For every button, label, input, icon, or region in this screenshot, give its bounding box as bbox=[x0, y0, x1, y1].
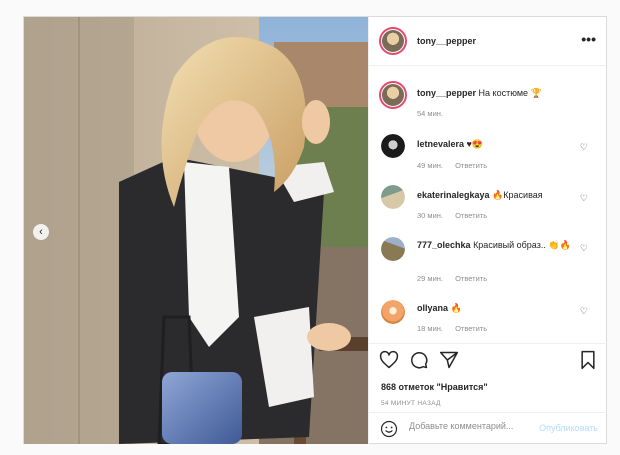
comment-time[interactable]: 30 мин. bbox=[417, 211, 443, 220]
comment-body: 🔥 bbox=[450, 303, 462, 313]
comment-meta: 49 мин. Ответить bbox=[417, 161, 497, 170]
comment-time[interactable]: 29 мин. bbox=[417, 274, 443, 283]
comment-meta: 18 мин. Ответить bbox=[417, 324, 497, 333]
author-username[interactable]: tony__pepper bbox=[417, 36, 476, 46]
post-timestamp[interactable]: 54 минут назад bbox=[381, 400, 441, 407]
post-header: tony__pepper ••• bbox=[369, 17, 608, 66]
reply-button[interactable]: Ответить bbox=[455, 274, 487, 283]
caption-avatar[interactable] bbox=[379, 81, 407, 109]
add-comment-bar: Опубликовать bbox=[369, 412, 608, 445]
comment-username[interactable]: letnevalera bbox=[417, 139, 464, 149]
small-heart-icon[interactable]: ♡ bbox=[580, 243, 588, 254]
comment-meta: 30 мин. Ответить bbox=[417, 211, 497, 220]
post-card: ‹ tony__pepper ••• tony__pepper На костю… bbox=[23, 16, 608, 444]
comment-text: ollyana 🔥 bbox=[417, 302, 582, 314]
previous-photo-button[interactable]: ‹ bbox=[33, 224, 49, 240]
comment-time[interactable]: 49 мин. bbox=[417, 161, 443, 170]
comment-body: 🔥Красивая bbox=[492, 190, 543, 200]
caption-meta: 54 мин. bbox=[417, 109, 453, 118]
comment-text: letnevalera ♥😍 bbox=[417, 138, 582, 150]
post-photo[interactable]: ‹ bbox=[24, 17, 368, 444]
commenter-avatar[interactable] bbox=[381, 237, 405, 261]
caption-body: На костюме 🏆 bbox=[478, 88, 542, 98]
comment-icon[interactable] bbox=[409, 350, 429, 375]
comment-input[interactable] bbox=[409, 421, 549, 431]
photo-illustration bbox=[24, 17, 368, 444]
comment-text: 777_olechka Красивый образ.. 👏🔥 bbox=[417, 239, 582, 251]
commenter-avatar[interactable] bbox=[381, 185, 405, 209]
reply-button[interactable]: Ответить bbox=[455, 211, 487, 220]
comment-username[interactable]: ekaterinalegkaya bbox=[417, 190, 490, 200]
comment-text: ekaterinalegkaya 🔥Красивая bbox=[417, 189, 582, 201]
publish-button[interactable]: Опубликовать bbox=[539, 423, 598, 433]
emoji-icon[interactable] bbox=[380, 420, 398, 443]
share-icon[interactable] bbox=[439, 350, 459, 375]
comment-meta: 29 мин. Ответить bbox=[417, 274, 497, 283]
commenter-avatar[interactable] bbox=[381, 134, 405, 158]
caption-text: tony__pepper На костюме 🏆 bbox=[417, 87, 582, 99]
comment-username[interactable]: ollyana bbox=[417, 303, 448, 313]
comment-body: Красивый образ.. 👏🔥 bbox=[473, 240, 571, 250]
comment-body: ♥😍 bbox=[466, 139, 484, 149]
post-sidebar: tony__pepper ••• tony__pepper На костюме… bbox=[368, 17, 608, 444]
small-heart-icon[interactable]: ♡ bbox=[580, 142, 588, 153]
more-icon[interactable]: ••• bbox=[581, 31, 596, 47]
author-avatar[interactable] bbox=[379, 27, 407, 55]
bookmark-icon[interactable] bbox=[579, 350, 597, 375]
comment-username[interactable]: 777_olechka bbox=[417, 240, 471, 250]
caption-username[interactable]: tony__pepper bbox=[417, 88, 476, 98]
commenter-avatar[interactable] bbox=[381, 300, 405, 324]
heart-icon[interactable] bbox=[379, 350, 399, 375]
reply-button[interactable]: Ответить bbox=[455, 161, 487, 170]
caption-time[interactable]: 54 мин. bbox=[417, 109, 443, 118]
comment-time[interactable]: 18 мин. bbox=[417, 324, 443, 333]
reply-button[interactable]: Ответить bbox=[455, 324, 487, 333]
likes-count[interactable]: 868 отметок "Нравится" bbox=[381, 382, 488, 392]
post-actions: 868 отметок "Нравится" 54 минут назад bbox=[369, 343, 608, 416]
small-heart-icon[interactable]: ♡ bbox=[580, 193, 588, 204]
small-heart-icon[interactable]: ♡ bbox=[580, 306, 588, 317]
